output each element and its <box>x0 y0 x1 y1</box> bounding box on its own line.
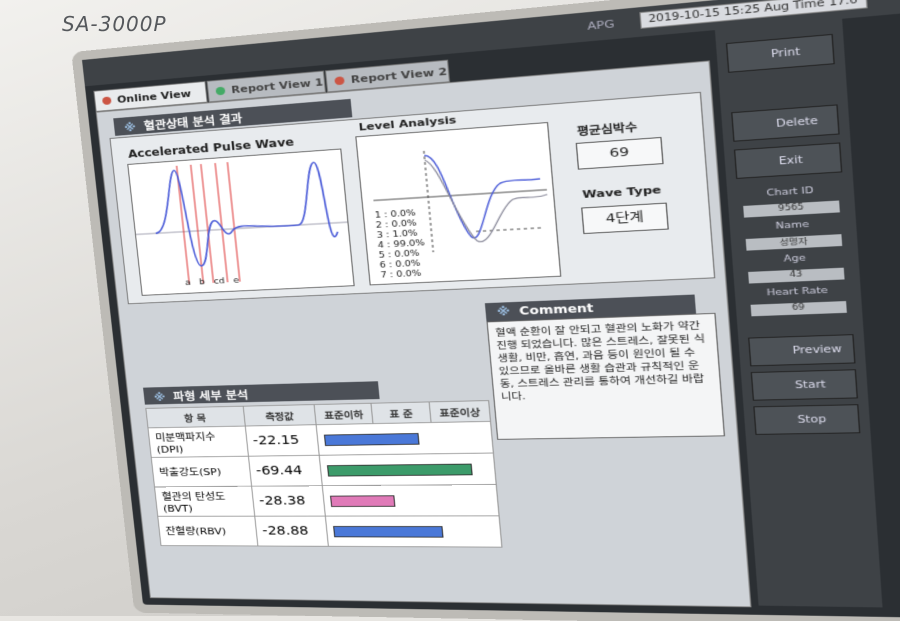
row-value: -28.88 <box>254 516 328 546</box>
col-above: 표준이상 <box>429 401 490 423</box>
level-guide-line <box>476 228 544 232</box>
section-mark: ※ <box>124 121 137 134</box>
table-row: 잔혈량(RBV) -28.88 <box>158 516 502 547</box>
tab-status-icon <box>102 96 112 105</box>
tab-label: Online View <box>117 88 192 106</box>
wave-type-value: 4단계 <box>581 203 669 234</box>
marker-e: e <box>233 276 240 285</box>
heart-rate-label: 평균심박수 <box>576 119 637 139</box>
row-bar <box>330 495 395 507</box>
section-header-detail: ※ 파형 세부 분석 <box>143 381 380 404</box>
row-item: 미분맥파지수(DPI) <box>148 426 248 457</box>
table-row: 박출강도(SP) -69.44 <box>151 453 496 487</box>
marker-d: d <box>218 277 225 286</box>
level-list: 1 : 0.0% 2 : 0.0% 3 : 1.0% 4 : 99.0% 5 :… <box>374 209 428 282</box>
device-screen: APG 2019-10-15 15:25 Aug Time 17.0 Onlin… <box>82 0 900 621</box>
row-value: -28.38 <box>251 486 325 516</box>
exit-button[interactable]: Exit <box>734 142 842 178</box>
heart-rate-side-value: 69 <box>751 301 847 316</box>
level-wave-2 <box>425 152 551 244</box>
stop-button[interactable]: Stop <box>753 404 860 435</box>
row-bar-cell <box>323 484 500 516</box>
col-below: 표준이하 <box>314 403 373 424</box>
print-button[interactable]: Print <box>726 34 835 73</box>
detail-table-area: 항 목 측정값 표준이하 표 준 표준이상 미분맥파지수(DPI) -22.15… <box>145 400 507 597</box>
row-bar-cell <box>326 516 502 547</box>
comment-text: 혈액 순환이 잘 안되고 혈관의 노화가 약간 진행 되었습니다. 많은 스트레… <box>487 313 726 440</box>
comment-title: Comment <box>519 302 594 318</box>
marker-a: a <box>185 279 191 288</box>
comment-mark: ※ <box>496 305 510 318</box>
apw-marker-line <box>227 162 239 281</box>
age-value: 43 <box>748 268 844 284</box>
row-bar <box>327 464 473 477</box>
tab-status-icon <box>215 87 225 96</box>
preview-button[interactable]: Preview <box>748 334 855 366</box>
row-item: 박출강도(SP) <box>151 456 251 487</box>
marker-b: b <box>199 278 206 287</box>
row-value: -69.44 <box>248 455 323 486</box>
table-row: 미분맥파지수(DPI) -22.15 <box>148 421 493 457</box>
col-value: 측정값 <box>243 405 317 427</box>
apw-chart: a b cd e <box>127 149 354 296</box>
row-item: 혈관의 탄성도(BVT) <box>155 486 255 516</box>
row-item: 잔혈량(RBV) <box>158 516 258 546</box>
apw-waveform-line <box>149 159 340 268</box>
section-title: 파형 세부 분석 <box>173 389 249 403</box>
heart-rate-side-label: Heart Rate <box>744 285 851 303</box>
mode-indicator: APG <box>587 18 615 33</box>
wave-type-label: Wave Type <box>582 184 662 201</box>
detail-table: 항 목 측정값 표준이하 표 준 표준이상 미분맥파지수(DPI) -22.15… <box>145 400 502 547</box>
row-value: -22.15 <box>245 425 320 456</box>
col-item: 항 목 <box>146 406 245 428</box>
name-value: 성명자 <box>746 234 843 251</box>
start-button[interactable]: Start <box>751 369 858 400</box>
main-panel: ※ 혈관상태 분석 결과 Accelerated Pulse Wave a b … <box>96 60 752 607</box>
row-bar <box>333 526 443 538</box>
section-mark: ※ <box>153 391 166 403</box>
row-bar <box>324 433 420 446</box>
apw-baseline <box>136 222 347 234</box>
row-bar-cell <box>319 453 496 486</box>
delete-button[interactable]: Delete <box>731 104 840 141</box>
level-analysis-chart: 1 : 0.0% 2 : 0.0% 3 : 1.0% 4 : 99.0% 5 :… <box>355 122 561 285</box>
tab-status-icon <box>334 76 345 85</box>
table-row: 혈관의 탄성도(BVT) -28.38 <box>155 484 500 516</box>
col-standard: 표 준 <box>371 402 431 424</box>
row-bar-cell <box>316 421 493 455</box>
apw-waveform-svg <box>128 150 353 295</box>
level-baseline <box>373 190 546 201</box>
heart-rate-value: 69 <box>576 137 664 170</box>
